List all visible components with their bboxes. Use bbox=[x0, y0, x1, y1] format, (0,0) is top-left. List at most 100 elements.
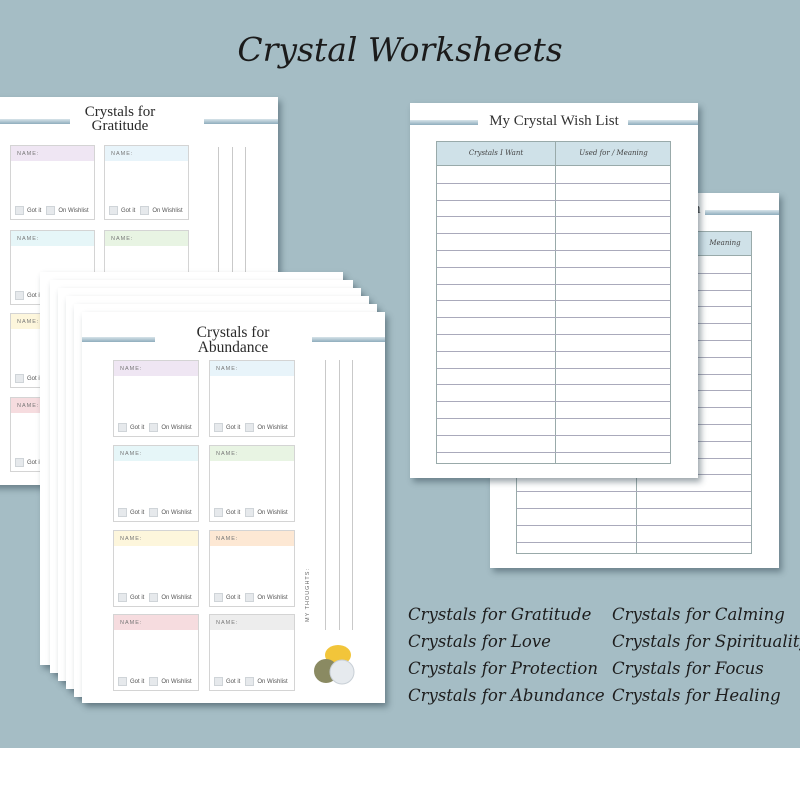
card-name-header: NAME: bbox=[11, 146, 94, 161]
name-label: NAME: bbox=[216, 620, 239, 626]
on-wishlist-checkbox[interactable] bbox=[46, 206, 56, 215]
crystal-card: NAME: Got it On Wishlist bbox=[113, 360, 199, 437]
on-wishlist-label: On Wishlist bbox=[257, 509, 288, 516]
got-it-checkbox[interactable] bbox=[109, 206, 118, 215]
table-row-line bbox=[437, 367, 670, 369]
page-title: Crystals for Abundance bbox=[196, 324, 270, 356]
page-title: Crystals for Gratitude bbox=[84, 104, 156, 135]
crystals-image bbox=[314, 645, 355, 685]
crystal-card: NAME: Got it On Wishlist bbox=[209, 445, 295, 522]
name-label: NAME: bbox=[111, 151, 134, 157]
crystal-card: NAME: Got it On Wishlist bbox=[104, 145, 189, 220]
got-it-checkbox[interactable] bbox=[118, 508, 127, 517]
name-label: NAME: bbox=[216, 451, 239, 457]
crystal-card: NAME: Got it On Wishlist bbox=[113, 530, 199, 607]
title-bar-left bbox=[82, 337, 155, 342]
name-label: NAME: bbox=[120, 536, 143, 542]
got-it-checkbox[interactable] bbox=[214, 677, 223, 686]
got-it-checkbox[interactable] bbox=[214, 508, 223, 517]
table-row-line bbox=[437, 300, 670, 302]
my-thoughts-label: MY THOUGHTS: bbox=[305, 568, 311, 622]
on-wishlist-label: On Wishlist bbox=[161, 594, 192, 601]
got-it-checkbox[interactable] bbox=[15, 291, 24, 300]
got-it-label: Got it bbox=[130, 678, 145, 685]
on-wishlist-label: On Wishlist bbox=[257, 678, 288, 685]
on-wishlist-checkbox[interactable] bbox=[149, 593, 159, 602]
card-name-header: NAME: bbox=[210, 615, 294, 630]
got-it-checkbox[interactable] bbox=[118, 423, 127, 432]
table-row-line bbox=[437, 283, 670, 285]
table-row-line bbox=[437, 434, 670, 436]
got-it-label: Got it bbox=[226, 594, 241, 601]
on-wishlist-checkbox[interactable] bbox=[149, 677, 159, 686]
on-wishlist-checkbox[interactable] bbox=[140, 206, 150, 215]
table-row-line bbox=[437, 401, 670, 403]
table-row-line bbox=[437, 418, 670, 419]
got-it-checkbox[interactable] bbox=[118, 677, 127, 686]
crystal-card: NAME: Got it On Wishlist bbox=[209, 360, 295, 437]
topic-item: Crystals for Protection bbox=[408, 659, 598, 678]
got-it-checkbox[interactable] bbox=[214, 593, 223, 602]
name-label: NAME: bbox=[216, 536, 239, 542]
table-row-line bbox=[437, 216, 670, 218]
table-row-line bbox=[437, 350, 670, 352]
card-name-header: NAME: bbox=[210, 446, 294, 461]
table-row-line bbox=[517, 524, 751, 526]
got-it-label: Got it bbox=[226, 509, 241, 516]
name-label: NAME: bbox=[120, 451, 143, 457]
card-name-header: NAME: bbox=[105, 231, 188, 246]
on-wishlist-checkbox[interactable] bbox=[245, 593, 255, 602]
table-row-line bbox=[437, 384, 670, 386]
got-it-checkbox[interactable] bbox=[15, 206, 24, 215]
wish-list-worksheet: My Crystal Wish List Crystals I Want Used… bbox=[410, 103, 698, 478]
topics-list-right: Crystals for Calming Crystals for Spirit… bbox=[612, 601, 800, 709]
on-wishlist-checkbox[interactable] bbox=[245, 508, 255, 517]
got-it-checkbox[interactable] bbox=[118, 593, 127, 602]
got-it-label: Got it bbox=[130, 594, 145, 601]
name-label: NAME: bbox=[17, 236, 40, 242]
got-it-label: Got it bbox=[226, 424, 241, 431]
got-it-checkbox[interactable] bbox=[15, 458, 24, 467]
title-bar-right bbox=[204, 119, 278, 124]
got-it-label: Got it bbox=[226, 678, 241, 685]
card-name-header: NAME: bbox=[114, 531, 198, 546]
table-row-line bbox=[437, 334, 670, 335]
topic-item: Crystals for Gratitude bbox=[408, 605, 592, 624]
name-label: NAME: bbox=[17, 151, 40, 157]
got-it-checkbox[interactable] bbox=[214, 423, 223, 432]
card-name-header: NAME: bbox=[114, 361, 198, 376]
on-wishlist-label: On Wishlist bbox=[58, 207, 89, 214]
on-wishlist-label: On Wishlist bbox=[161, 424, 192, 431]
crystal-card: NAME: Got it On Wishlist bbox=[10, 145, 95, 220]
on-wishlist-checkbox[interactable] bbox=[245, 423, 255, 432]
on-wishlist-checkbox[interactable] bbox=[149, 423, 159, 432]
got-it-label: Got it bbox=[130, 424, 145, 431]
got-it-label: Got it bbox=[130, 509, 145, 516]
name-label: NAME: bbox=[120, 366, 143, 372]
name-label: NAME: bbox=[120, 620, 143, 626]
topic-item: Crystals for Healing bbox=[612, 686, 781, 705]
card-name-header: NAME: bbox=[114, 446, 198, 461]
on-wishlist-label: On Wishlist bbox=[257, 594, 288, 601]
topic-item: Crystals for Calming bbox=[612, 605, 785, 624]
wish-list-table: Crystals I Want Used for / Meaning bbox=[436, 141, 671, 464]
table-row-line bbox=[517, 541, 751, 543]
name-label: NAME: bbox=[216, 366, 239, 372]
table-row-line bbox=[437, 182, 670, 184]
table-row-line bbox=[437, 451, 670, 453]
on-wishlist-label: On Wishlist bbox=[152, 207, 183, 214]
page-title: My Crystal Wish List bbox=[489, 113, 619, 129]
crystal-card: NAME: Got it On Wishlist bbox=[209, 530, 295, 607]
name-label: NAME: bbox=[111, 236, 134, 242]
on-wishlist-checkbox[interactable] bbox=[245, 677, 255, 686]
abundance-worksheet: Crystals for Abundance MY THOUGHTS: NAME:… bbox=[82, 312, 385, 703]
got-it-checkbox[interactable] bbox=[15, 374, 24, 383]
table-row-line bbox=[517, 491, 751, 493]
got-it-label: Got it bbox=[121, 207, 136, 214]
on-wishlist-checkbox[interactable] bbox=[149, 508, 159, 517]
card-name-header: NAME: bbox=[210, 531, 294, 546]
table-row-line bbox=[437, 266, 670, 268]
card-name-header: NAME: bbox=[210, 361, 294, 376]
topic-item: Crystals for Focus bbox=[612, 659, 764, 678]
on-wishlist-label: On Wishlist bbox=[257, 424, 288, 431]
